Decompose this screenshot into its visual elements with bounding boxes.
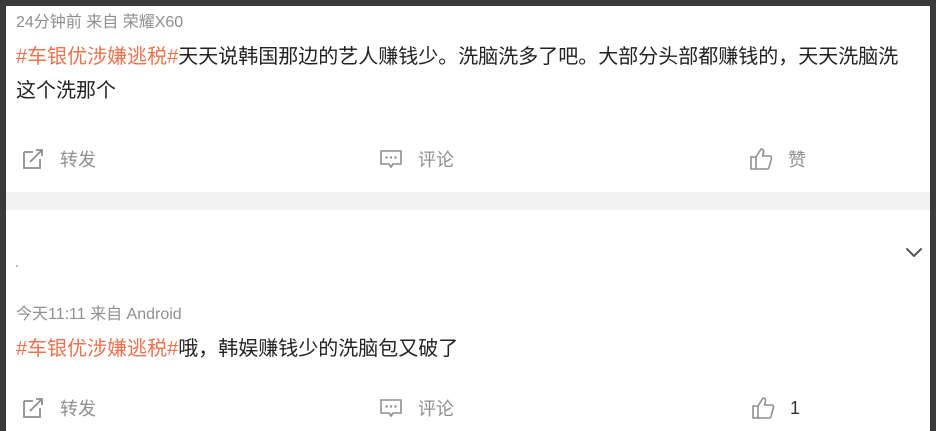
repost-label: 转发 [60,399,96,419]
post-text: 哦，韩娱赚钱少的洗脑包又破了 [178,338,459,360]
thumbs-up-icon [748,146,774,172]
hashtag-link[interactable]: #车银优涉嫌逃税# [16,46,178,68]
divider-dot [16,265,18,267]
like-label: 赞 [788,150,806,170]
comment-label: 评论 [418,399,454,419]
thumbs-up-icon [750,395,776,421]
repost-icon [20,146,46,172]
action-bar: 转发 评论 赞 [6,144,930,174]
comment-icon [378,146,404,172]
post-meta: 24分钟前 来自 荣耀X60 [16,14,184,31]
repost-label: 转发 [60,150,96,170]
post-content: #车银优涉嫌逃税#哦，韩娱赚钱少的洗脑包又破了 [16,332,910,366]
weibo-comment-card: 24分钟前 来自 荣耀X60 #车银优涉嫌逃税#天天说韩国那边的艺人赚钱少。洗脑… [6,6,930,192]
comment-button[interactable]: 评论 [378,393,454,423]
post-meta: 今天11:11 来自 Android [16,306,182,323]
like-count: 1 [790,397,801,418]
weibo-comment-card: 今天11:11 来自 Android #车银优涉嫌逃税#哦，韩娱赚钱少的洗脑包又… [6,210,930,431]
comment-label: 评论 [418,150,454,170]
comment-icon [378,395,404,421]
like-button[interactable]: 1 [750,393,800,423]
like-button[interactable]: 赞 [748,144,806,174]
post-content: #车银优涉嫌逃税#天天说韩国那边的艺人赚钱少。洗脑洗多了吧。大部分头部都赚钱的，… [16,40,910,108]
action-bar: 转发 评论 1 [6,393,930,423]
hashtag-link[interactable]: #车银优涉嫌逃税# [16,338,178,360]
repost-button[interactable]: 转发 [20,393,96,423]
chevron-down-icon[interactable] [902,240,926,264]
repost-button[interactable]: 转发 [20,144,96,174]
comment-button[interactable]: 评论 [378,144,454,174]
repost-icon [20,395,46,421]
card-divider [6,192,930,210]
